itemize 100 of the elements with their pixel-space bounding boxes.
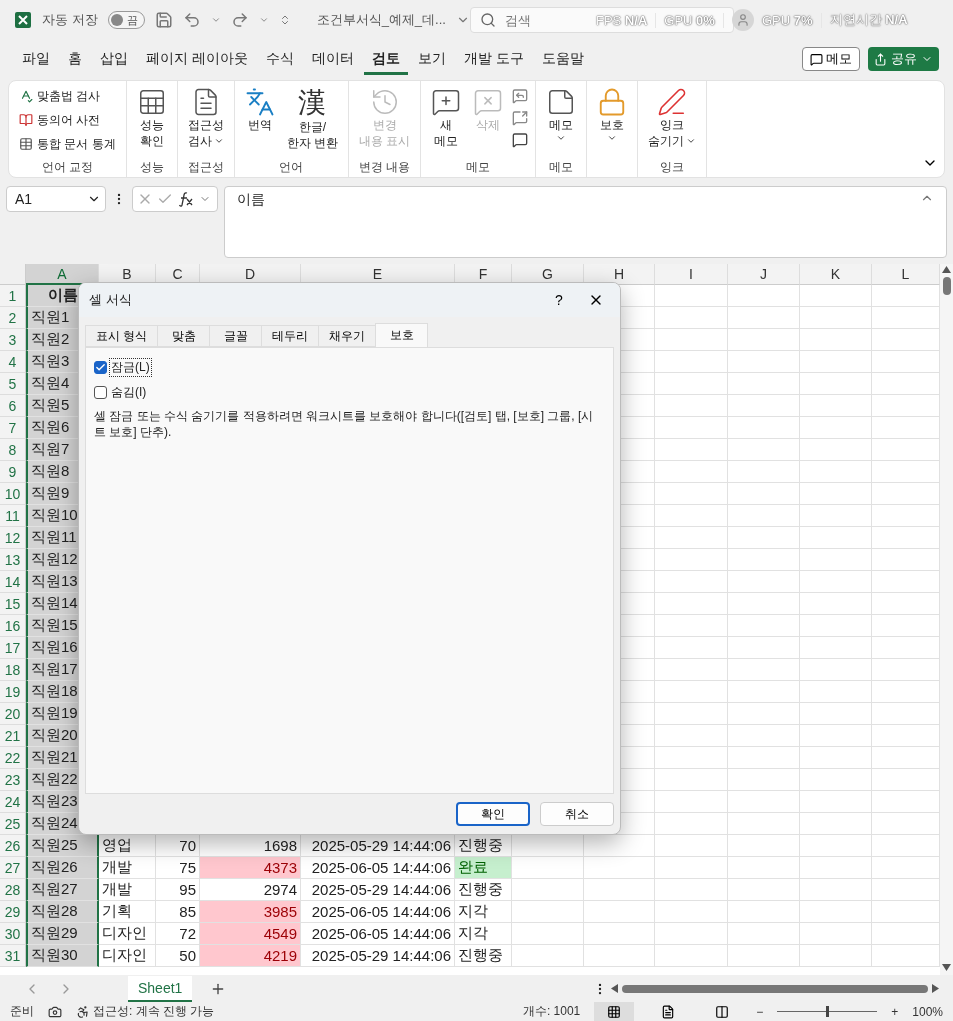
menu-tab[interactable]: 수식 <box>257 43 302 75</box>
row-number[interactable]: 13 <box>0 549 26 571</box>
row-number[interactable]: 25 <box>0 813 26 835</box>
column-header[interactable]: H <box>584 264 655 285</box>
menu-tab[interactable]: 개발 도구 <box>455 43 532 75</box>
dialog-button[interactable]: 취소 <box>540 802 614 826</box>
ribbon-button[interactable]: 성능 확인 <box>132 85 171 151</box>
scroll-down-icon[interactable] <box>942 964 951 971</box>
checkbox[interactable] <box>94 386 107 399</box>
menu-tab[interactable]: 검토 <box>363 43 408 75</box>
sheet-tab[interactable]: Sheet1 <box>128 975 193 1002</box>
row-number[interactable]: 16 <box>0 615 26 637</box>
comments-button[interactable]: 메모 <box>802 47 860 71</box>
menu-tab[interactable]: 데이터 <box>303 43 362 75</box>
row-number[interactable]: 11 <box>0 505 26 527</box>
name-box[interactable]: A1 <box>6 186 106 212</box>
dialog-tab[interactable]: 보호 <box>375 323 429 347</box>
row-number[interactable]: 18 <box>0 659 26 681</box>
function-icon[interactable] <box>177 191 195 207</box>
checkbox-label[interactable]: 숨김(I) <box>109 383 149 402</box>
row-number[interactable]: 26 <box>0 835 26 857</box>
row-number[interactable]: 15 <box>0 593 26 615</box>
dialog-button[interactable]: 확인 <box>456 802 530 826</box>
row-number[interactable]: 21 <box>0 725 26 747</box>
ribbon-button[interactable]: 맞춤법 검사 <box>15 85 120 107</box>
dialog-tab[interactable]: 테두리 <box>261 325 320 347</box>
camera-icon[interactable] <box>48 1004 62 1019</box>
ribbon-button[interactable]: 보호 <box>593 85 632 145</box>
ribbon-button[interactable]: 漢 한글/ 한자 변환 <box>282 85 342 153</box>
zoom-in-button[interactable]: + <box>891 1004 899 1019</box>
scroll-left-icon[interactable] <box>611 984 618 993</box>
row-number[interactable]: 8 <box>0 439 26 461</box>
dialog-tab[interactable]: 표시 형식 <box>85 325 159 347</box>
row-number[interactable]: 5 <box>0 373 26 395</box>
help-button[interactable]: ? <box>544 291 574 309</box>
zoom-thumb[interactable] <box>826 1006 830 1017</box>
scroll-up-icon[interactable] <box>942 266 951 273</box>
row-number[interactable]: 28 <box>0 879 26 901</box>
menu-tab[interactable]: 도움말 <box>533 43 592 75</box>
caret-icon[interactable] <box>258 15 269 25</box>
row-number[interactable]: 7 <box>0 417 26 439</box>
undo-icon[interactable] <box>182 11 201 29</box>
scroll-right-icon[interactable] <box>932 984 939 993</box>
row-number[interactable]: 27 <box>0 857 26 879</box>
formula-field[interactable]: 이름 <box>224 186 947 258</box>
ribbon-button[interactable]: 메모 <box>542 85 581 145</box>
zoom-out-button[interactable]: − <box>756 1004 764 1019</box>
menu-tab[interactable]: 파일 <box>14 43 58 75</box>
row-number[interactable]: 9 <box>0 461 26 483</box>
ribbon-button[interactable]: 통합 문서 통계 <box>15 133 120 155</box>
menu-tab[interactable]: 삽입 <box>92 43 136 75</box>
column-header[interactable]: L <box>872 264 940 285</box>
column-header[interactable]: J <box>728 264 800 285</box>
row-number[interactable]: 4 <box>0 351 26 373</box>
vertical-scrollbar[interactable] <box>940 264 953 975</box>
ribbon-button[interactable]: 동의어 사전 <box>15 109 120 131</box>
file-name[interactable]: 조건부서식_예제_데... <box>316 11 446 29</box>
row-number[interactable]: 22 <box>0 747 26 769</box>
row-number[interactable]: 1 <box>0 285 26 307</box>
redo-icon[interactable] <box>230 11 249 29</box>
dialog-tab[interactable]: 채우기 <box>318 325 377 347</box>
row-number[interactable]: 3 <box>0 329 26 351</box>
accessibility-status[interactable]: 접근성: 계속 진행 가능 <box>76 1003 215 1020</box>
row-number[interactable]: 31 <box>0 945 26 967</box>
ribbon-button[interactable]: 새 메모 <box>427 85 466 151</box>
column-header[interactable]: I <box>655 264 728 285</box>
row-number[interactable]: 30 <box>0 923 26 945</box>
menu-tab[interactable]: 페이지 레이아웃 <box>138 43 256 75</box>
horizontal-scrollbar[interactable] <box>622 984 928 993</box>
share-button[interactable]: 공유 <box>868 47 939 71</box>
ribbon-button[interactable]: 번역 <box>240 85 279 135</box>
menu-tab[interactable]: 홈 <box>60 43 90 75</box>
ribbon-icon-button[interactable] <box>511 131 530 149</box>
row-number[interactable]: 12 <box>0 527 26 549</box>
save-icon[interactable] <box>154 11 173 29</box>
menu-tab[interactable]: 보기 <box>409 43 454 75</box>
row-number[interactable]: 29 <box>0 901 26 923</box>
scroll-thumb[interactable] <box>942 277 951 295</box>
empty-cell <box>800 549 872 571</box>
row-number[interactable]: 19 <box>0 681 26 703</box>
row-number[interactable]: 14 <box>0 571 26 593</box>
column-header[interactable]: A <box>26 264 99 285</box>
dialog-tab[interactable]: 글꼴 <box>209 325 263 347</box>
autosave-toggle[interactable]: 끔 <box>107 11 145 29</box>
dialog-tab[interactable]: 맞춤 <box>157 325 211 347</box>
checkbox-label[interactable]: 잠금(L) <box>109 358 152 377</box>
row-number[interactable]: 6 <box>0 395 26 417</box>
row-number[interactable]: 17 <box>0 637 26 659</box>
row-number[interactable]: 24 <box>0 791 26 813</box>
checkbox[interactable] <box>94 361 107 374</box>
column-header[interactable]: K <box>800 264 872 285</box>
row-number[interactable]: 10 <box>0 483 26 505</box>
row-number[interactable]: 23 <box>0 769 26 791</box>
row-number[interactable]: 20 <box>0 703 26 725</box>
caret-icon[interactable] <box>210 15 221 25</box>
ribbon-button[interactable]: 접근성 검사 <box>183 85 228 151</box>
view-button[interactable] <box>594 1002 635 1021</box>
ribbon-button[interactable]: 잉크 숨기기 <box>644 85 701 151</box>
empty-cell <box>728 307 800 329</box>
row-number[interactable]: 2 <box>0 307 26 329</box>
